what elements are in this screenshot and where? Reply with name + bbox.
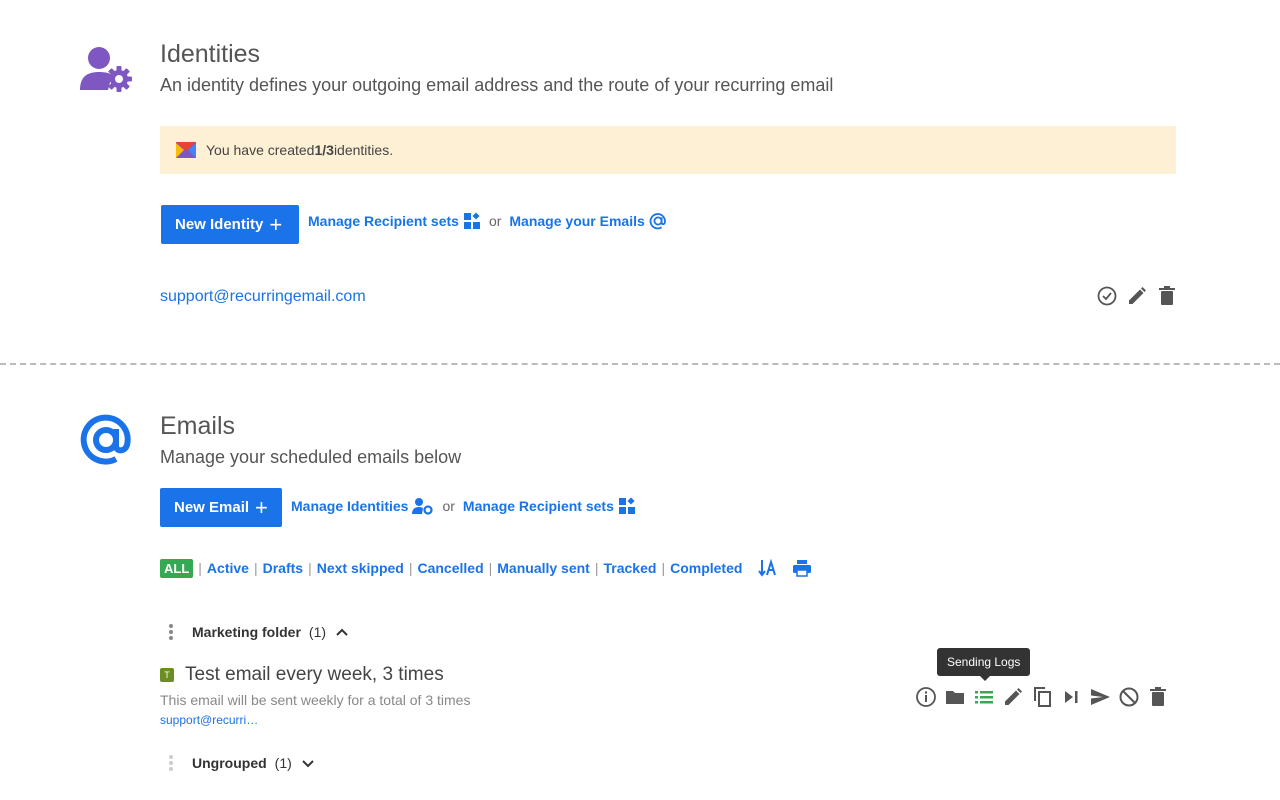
plus-icon: + <box>269 211 283 237</box>
folder-name: Ungrouped <box>192 755 267 771</box>
email-filter-bar: ALL | Active | Drafts | Next skipped | C… <box>160 558 812 578</box>
chevron-up-icon[interactable] <box>334 624 350 640</box>
filter-tracked[interactable]: Tracked <box>604 560 657 576</box>
manage-recipient-sets-link[interactable]: Manage Recipient sets <box>463 498 614 514</box>
notice-suffix: identities. <box>333 142 394 158</box>
filter-next-skipped[interactable]: Next skipped <box>317 560 404 576</box>
skip-next-icon[interactable] <box>1060 686 1082 708</box>
widgets-icon <box>463 212 480 229</box>
email-list-item[interactable]: T Test email every week, 3 times This em… <box>160 664 470 727</box>
email-from-link[interactable]: support@recurri… <box>160 713 470 727</box>
cancel-icon[interactable] <box>1118 686 1140 708</box>
filter-all[interactable]: ALL <box>160 558 194 578</box>
identities-title: Identities <box>160 40 261 68</box>
email-type-badge: T <box>160 668 174 682</box>
at-icon <box>80 414 131 465</box>
edit-icon[interactable] <box>1126 285 1148 307</box>
user-gear-icon <box>412 498 434 515</box>
section-divider <box>0 363 1280 365</box>
envelope-icon <box>176 142 196 158</box>
manage-recipient-sets-link[interactable]: Manage Recipient sets <box>308 213 459 229</box>
filter-active[interactable]: Active <box>207 560 249 576</box>
filter-manually-sent[interactable]: Manually sent <box>497 560 590 576</box>
filter-drafts[interactable]: Drafts <box>263 560 303 576</box>
copy-icon[interactable] <box>1031 686 1053 708</box>
delete-icon[interactable] <box>1156 285 1178 307</box>
folder-name: Marketing folder <box>192 624 301 640</box>
folder-count: (1) <box>274 755 292 771</box>
filter-completed[interactable]: Completed <box>670 560 742 576</box>
notice-prefix: You have created <box>206 142 315 158</box>
identities-subtitle: An identity defines your outgoing email … <box>160 75 834 95</box>
list-icon[interactable] <box>973 686 995 708</box>
check-circle-icon[interactable] <box>1096 285 1118 307</box>
or-text: or <box>488 213 502 229</box>
drag-handle-icon[interactable] <box>168 623 174 641</box>
manage-identities-link[interactable]: Manage Identities <box>291 498 408 514</box>
or-text: or <box>442 498 455 514</box>
drag-handle-icon[interactable] <box>168 754 174 772</box>
emails-title: Emails <box>160 412 236 440</box>
folder-count: (1) <box>308 624 327 640</box>
email-title[interactable]: Test email every week, 3 times <box>185 664 444 686</box>
email-description: This email will be sent weekly for a tot… <box>160 692 471 708</box>
notice-count: 1/3 <box>314 142 334 158</box>
identity-quota-notice: You have created 1/3 identities. <box>160 126 1176 174</box>
sort-alpha-icon[interactable] <box>758 558 778 578</box>
tooltip: Sending Logs <box>937 648 1031 681</box>
info-icon[interactable] <box>915 686 937 708</box>
edit-icon[interactable] <box>1002 686 1024 708</box>
emails-subtitle: Manage your scheduled emails below <box>160 447 462 467</box>
manage-emails-link[interactable]: Manage your Emails <box>509 213 644 229</box>
delete-icon[interactable] <box>1147 686 1169 708</box>
new-identity-label: New Identity <box>175 216 264 233</box>
send-icon[interactable] <box>1089 686 1111 708</box>
identity-settings-icon <box>80 47 132 92</box>
plus-icon: + <box>255 494 268 520</box>
new-email-label: New Email <box>174 499 250 516</box>
folder-icon[interactable] <box>944 686 966 708</box>
new-email-button[interactable]: New Email + <box>160 488 282 527</box>
print-icon[interactable] <box>792 558 812 578</box>
at-icon <box>649 213 666 230</box>
chevron-down-icon[interactable] <box>300 755 316 771</box>
widgets-icon <box>618 497 635 514</box>
new-identity-button[interactable]: New Identity + <box>161 205 299 244</box>
folder-ungrouped[interactable]: Ungrouped (1) <box>168 754 316 772</box>
folder-marketing[interactable]: Marketing folder (1) <box>168 623 350 641</box>
identity-email-link[interactable]: support@recurringemail.com <box>160 288 366 306</box>
filter-cancelled[interactable]: Cancelled <box>417 560 483 576</box>
